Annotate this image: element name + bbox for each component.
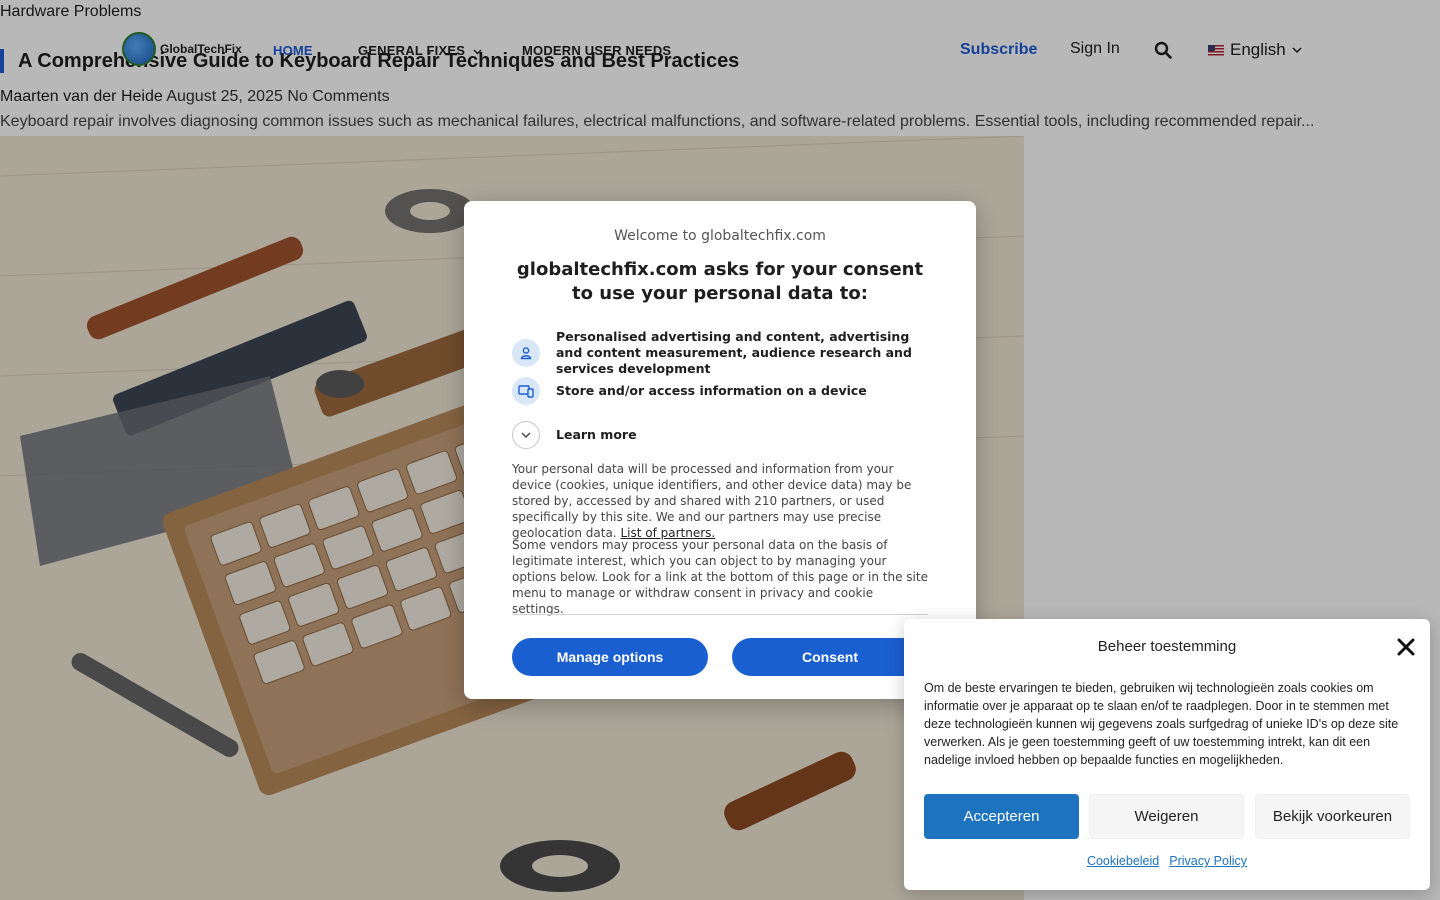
chevron-down-icon — [512, 421, 540, 449]
cookie-panel-text: Om de beste ervaringen te bieden, gebrui… — [924, 681, 1399, 767]
consent-body-processing: Your personal data will be processed and… — [512, 461, 928, 541]
purpose-store-access: Store and/or access information on a dev… — [512, 377, 928, 405]
close-icon[interactable] — [1396, 637, 1416, 657]
cookie-policy-link[interactable]: Cookiebeleid — [1087, 854, 1159, 868]
cookie-consent-panel: Beheer toestemming Om de beste ervaringe… — [904, 619, 1430, 890]
view-preferences-button[interactable]: Bekijk voorkeuren — [1255, 794, 1410, 839]
consent-button[interactable]: Consent — [732, 638, 928, 676]
consent-welcome: Welcome to globaltechfix.com — [614, 228, 826, 244]
divider — [512, 614, 928, 615]
learn-more-label: Learn more — [556, 427, 637, 442]
consent-heading: globaltechfix.com asks for your consent … — [516, 259, 924, 304]
deny-button[interactable]: Weigeren — [1089, 794, 1244, 839]
devices-icon — [512, 377, 540, 405]
accept-button[interactable]: Accepteren — [924, 794, 1079, 839]
consent-body-legitimate-interest: Some vendors may process your personal d… — [512, 538, 928, 616]
consent-dialog: Welcome to globaltechfix.com globaltechf… — [464, 201, 976, 699]
learn-more-toggle[interactable]: Learn more — [512, 421, 928, 449]
purpose-label: Personalised advertising and content, ad… — [556, 329, 912, 376]
purpose-personalised-ads: Personalised advertising and content, ad… — [512, 329, 928, 377]
person-icon — [512, 339, 540, 367]
cookie-panel-title: Beheer toestemming — [1097, 638, 1237, 655]
purpose-label: Store and/or access information on a dev… — [556, 383, 867, 398]
privacy-policy-link[interactable]: Privacy Policy — [1169, 854, 1247, 868]
cookie-panel-links: Cookiebeleid Privacy Policy — [904, 854, 1430, 868]
manage-options-button[interactable]: Manage options — [512, 638, 708, 676]
